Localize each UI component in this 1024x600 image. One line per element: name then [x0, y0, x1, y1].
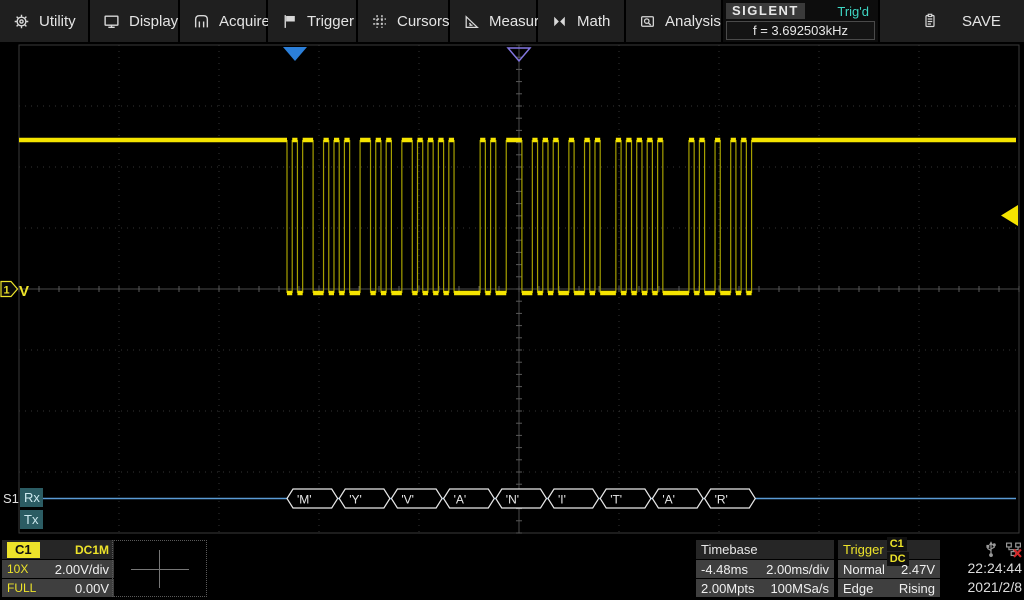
decode-frame-label: 'R' [715, 493, 728, 507]
trigger-source-badge: C1 [887, 537, 907, 551]
decode-frame-label: 'V' [401, 493, 414, 507]
trigger-level-marker[interactable] [1001, 205, 1018, 226]
trigger-panel[interactable]: Trigger C1 DC Normal 2.47V Edge Rising [838, 540, 940, 597]
rx-badge-label: Rx [24, 490, 40, 505]
siglent-logo: SIGLENT [726, 3, 805, 19]
flag-icon [281, 13, 298, 30]
decode-frame-label: 'A' [662, 493, 675, 507]
menu-label: Acquire [219, 13, 270, 30]
gear-icon [13, 13, 30, 30]
trigger-status-badge: Trig'd [837, 4, 875, 19]
channel1-badge: C1 [7, 542, 40, 558]
scope-generated: 'M' 'Y' 'V' 'A' 'N' 'I' 'T' 'A' 'R' [19, 45, 1019, 533]
trigger-title: Trigger [843, 542, 884, 557]
menu-measure[interactable]: Measure [450, 0, 538, 42]
decode-frame [548, 489, 599, 508]
menu-label: Math [577, 13, 610, 30]
decode-frame [444, 489, 495, 508]
timebase-delay: -4.48ms [701, 562, 748, 577]
frequency-readout: f = 3.692503kHz [726, 21, 875, 40]
menu-display[interactable]: Display [90, 0, 180, 42]
timebase-title: Timebase [701, 542, 758, 557]
decode-frame-label: 'Y' [349, 493, 362, 507]
menu-acquire[interactable]: Acquire [180, 0, 268, 42]
decode-frame-label: 'T' [610, 493, 622, 507]
decode-frame-label: 'M' [297, 493, 312, 507]
crosshair-icon [131, 569, 189, 570]
bottom-status-bar: C1 DC1M 10X 2.00V/div FULL 0.00V Timebas… [0, 538, 1024, 600]
timebase-samplerate: 100MSa/s [770, 581, 829, 596]
menu-bar: Utility Display Acquire [0, 0, 1024, 42]
measure-icon [463, 13, 480, 30]
oscilloscope-screen: Utility Display Acquire [0, 0, 1024, 600]
channel1-offset-number: 1 [4, 285, 10, 297]
menu-math[interactable]: Math [538, 0, 626, 42]
decode-bus-label: S1 [3, 491, 19, 506]
add-channel-placeholder[interactable] [112, 540, 207, 597]
save-button[interactable]: SAVE [880, 0, 1024, 42]
clock-block: 22:24:44 2021/2/8 [944, 540, 1022, 597]
clock-time: 22:24:44 [944, 559, 1022, 578]
trigger-mode: Normal [843, 562, 885, 577]
scope-screen[interactable]: 'M' 'Y' 'V' 'A' 'N' 'I' 'T' 'A' 'R' 1 V S1 Rx Tx [0, 0, 1024, 600]
menu-cursors[interactable]: Cursors [358, 0, 450, 42]
timebase-memdepth: 2.00Mpts [701, 581, 754, 596]
lan-disconnected-icon [1005, 541, 1022, 558]
channel1-bandwidth: FULL [7, 581, 36, 595]
usb-icon [984, 541, 998, 558]
analysis-icon [639, 13, 656, 30]
save-icon [922, 12, 938, 30]
menu-label: Trigger [307, 13, 354, 30]
menu-utility[interactable]: Utility [0, 0, 90, 42]
trigger-type: Edge [843, 581, 873, 596]
acquire-icon [193, 13, 210, 30]
menu-label: Cursors [397, 13, 450, 30]
menu-label: Analysis [665, 13, 721, 30]
save-label: SAVE [962, 13, 1001, 30]
decode-frame [652, 489, 703, 508]
decode-frame [705, 489, 756, 508]
menu-analysis[interactable]: Analysis [626, 0, 723, 42]
channel1-coupling: DC1M [75, 543, 109, 557]
trigger-slope: Rising [899, 581, 935, 596]
channel1-panel[interactable]: C1 DC1M 10X 2.00V/div FULL 0.00V [2, 540, 114, 597]
tx-badge-label: Tx [24, 512, 39, 527]
timebase-panel[interactable]: Timebase -4.48ms 2.00ms/div 2.00Mpts 100… [696, 540, 834, 597]
trigger-position-marker[interactable] [283, 47, 307, 61]
channel1-probe: 10X [7, 562, 28, 576]
decode-frame-label: 'N' [506, 493, 519, 507]
channel1-scale: 2.00V/div [55, 562, 109, 577]
menu-trigger[interactable]: Trigger [268, 0, 358, 42]
math-icon [551, 13, 568, 30]
decode-frame [600, 489, 651, 508]
decode-frame [391, 489, 442, 508]
decode-frame-label: 'A' [454, 493, 467, 507]
channel1-offset: 0.00V [75, 581, 109, 596]
decode-frame [287, 489, 338, 508]
decode-frame [496, 489, 547, 508]
menu-label: Utility [39, 13, 76, 30]
cursors-icon [371, 13, 388, 30]
decode-frame [339, 489, 390, 508]
timebase-scale: 2.00ms/div [766, 562, 829, 577]
clock-date: 2021/2/8 [944, 578, 1022, 597]
siglent-status-panel: SIGLENT Trig'd f = 3.692503kHz [723, 0, 880, 42]
decode-frame-label: 'I' [558, 493, 566, 507]
display-icon [103, 13, 120, 30]
menu-label: Display [129, 13, 178, 30]
channel1-offset-unit: V [19, 283, 29, 300]
trigger-level: 2.47V [901, 562, 935, 577]
